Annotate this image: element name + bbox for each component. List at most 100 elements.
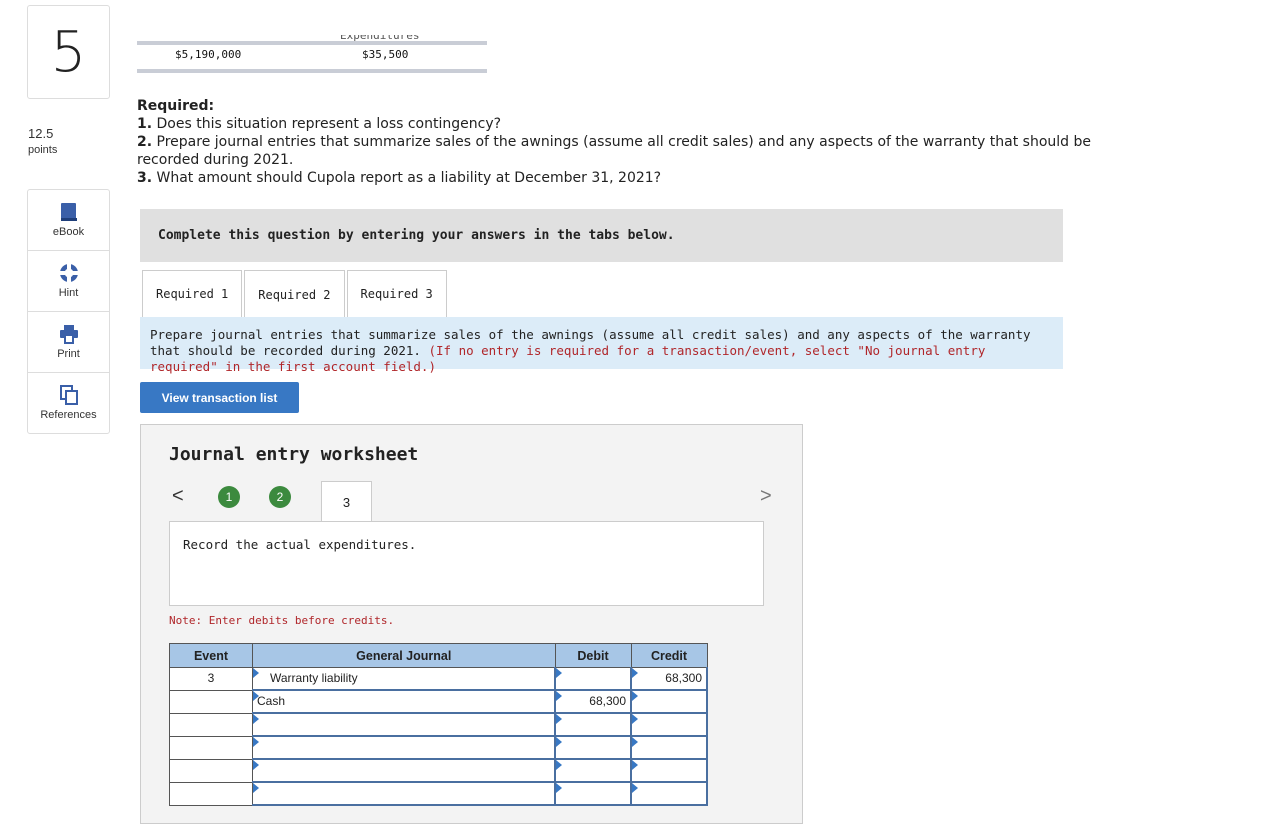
- input-marker-icon: [556, 691, 562, 701]
- printer-icon: [59, 325, 78, 344]
- required-item: 3. What amount should Cupola report as a…: [137, 169, 1097, 187]
- debit-value: [556, 760, 630, 781]
- event-cell[interactable]: [169, 735, 253, 760]
- event-cell[interactable]: [169, 781, 253, 806]
- credit-cell[interactable]: 68,300: [630, 667, 708, 691]
- debit-cell[interactable]: [554, 735, 632, 760]
- debit-cell[interactable]: [554, 781, 632, 806]
- step-1-button[interactable]: 1: [218, 486, 240, 508]
- chevron-left-icon[interactable]: <: [172, 485, 184, 508]
- view-transaction-list-button[interactable]: View transaction list: [140, 382, 299, 413]
- chevron-right-icon[interactable]: >: [760, 485, 772, 508]
- debit-value: [556, 714, 630, 735]
- debit-cell[interactable]: [554, 758, 632, 783]
- event-cell[interactable]: [169, 689, 253, 714]
- required-item-num: 2.: [137, 134, 153, 150]
- event-cell[interactable]: [169, 758, 253, 783]
- dropdown-marker-icon: [253, 737, 259, 747]
- header-event: Event: [169, 643, 253, 668]
- input-marker-icon: [556, 783, 562, 793]
- credit-cell[interactable]: [630, 689, 708, 714]
- tab-required-2[interactable]: Required 2: [244, 270, 345, 319]
- event-cell[interactable]: [169, 712, 253, 737]
- event-value: [170, 691, 252, 713]
- points-display: 12.5 points: [28, 126, 57, 158]
- required-item-text: What amount should Cupola report as a li…: [156, 170, 662, 186]
- table-row: [169, 758, 708, 783]
- event-cell[interactable]: 3: [169, 667, 253, 691]
- journal-table: Event General Journal Debit Credit 3 Warr…: [169, 643, 708, 806]
- top-table-value-right: $35,500: [362, 48, 409, 61]
- debit-cell[interactable]: [554, 712, 632, 737]
- credit-value: [632, 714, 706, 735]
- credit-cell[interactable]: [630, 758, 708, 783]
- input-marker-icon: [632, 783, 638, 793]
- tab-required-1[interactable]: Required 1: [142, 270, 243, 318]
- required-item: 2. Prepare journal entries that summariz…: [137, 133, 1097, 169]
- required-item: 1. Does this situation represent a loss …: [137, 115, 1097, 133]
- account-cell[interactable]: Cash: [252, 689, 556, 714]
- print-button[interactable]: Print: [28, 312, 109, 373]
- step-2-button[interactable]: 2: [269, 486, 291, 508]
- event-value: [170, 783, 252, 805]
- step-3-button[interactable]: 3: [321, 481, 372, 522]
- input-marker-icon: [632, 760, 638, 770]
- entry-description-text: Record the actual expenditures.: [183, 537, 417, 552]
- credit-cell[interactable]: [630, 712, 708, 737]
- lifebuoy-icon: [59, 264, 78, 282]
- account-cell[interactable]: [252, 758, 556, 783]
- table-row: Cash 68,300: [169, 689, 708, 714]
- points-value: 12.5: [28, 126, 54, 141]
- references-button[interactable]: References: [28, 373, 109, 433]
- credit-value: 68,300: [665, 671, 702, 685]
- ebook-button[interactable]: eBook: [28, 190, 109, 251]
- debit-cell[interactable]: [554, 667, 632, 691]
- hint-label: Hint: [58, 287, 79, 299]
- event-value: [170, 760, 252, 782]
- account-value: Warranty liability: [270, 671, 358, 685]
- header-debit: Debit: [554, 643, 632, 668]
- instruction-banner: Complete this question by entering your …: [140, 209, 1063, 262]
- header-credit: Credit: [630, 643, 708, 668]
- required-heading: Required:: [137, 98, 215, 114]
- documents-icon: [59, 385, 78, 405]
- table-row: [169, 712, 708, 737]
- tab-required-3[interactable]: Required 3: [346, 270, 447, 318]
- account-value: [253, 714, 554, 735]
- required-section: Required: 1. Does this situation represe…: [137, 97, 1097, 187]
- account-cell[interactable]: [252, 781, 556, 806]
- table-row: 3 Warranty liability 68,300: [169, 667, 708, 691]
- required-item-num: 3.: [137, 170, 153, 186]
- input-marker-icon: [556, 737, 562, 747]
- input-marker-icon: [556, 714, 562, 724]
- debit-cell[interactable]: 68,300: [554, 689, 632, 714]
- debit-value: 68,300: [589, 694, 626, 708]
- dropdown-marker-icon: [253, 714, 259, 724]
- account-cell[interactable]: Warranty liability: [252, 667, 556, 691]
- table-row: [169, 735, 708, 760]
- dropdown-marker-icon: [253, 760, 259, 770]
- input-marker-icon: [632, 737, 638, 747]
- dropdown-marker-icon: [253, 783, 259, 793]
- event-value: [170, 737, 252, 759]
- debit-value: [556, 737, 630, 758]
- account-cell[interactable]: [252, 712, 556, 737]
- points-label: points: [28, 144, 58, 156]
- debit-value: [556, 783, 630, 804]
- side-tools: eBook Hint Print References: [27, 189, 110, 434]
- prompt-box: Prepare journal entries that summarize s…: [140, 317, 1063, 374]
- print-label: Print: [57, 348, 80, 360]
- account-cell[interactable]: [252, 735, 556, 760]
- credit-value: [632, 760, 706, 781]
- credit-cell[interactable]: [630, 735, 708, 760]
- worksheet-title: Journal entry worksheet: [169, 444, 419, 465]
- credit-cell[interactable]: [630, 781, 708, 806]
- input-marker-icon: [632, 691, 638, 701]
- instruction-text: Complete this question by entering your …: [158, 228, 675, 243]
- header-general-journal: General Journal: [252, 643, 556, 668]
- entry-description: Record the actual expenditures.: [169, 521, 764, 606]
- top-table-divider: [137, 69, 487, 73]
- table-row: [169, 781, 708, 806]
- hint-button[interactable]: Hint: [28, 251, 109, 312]
- credit-value: [632, 737, 706, 758]
